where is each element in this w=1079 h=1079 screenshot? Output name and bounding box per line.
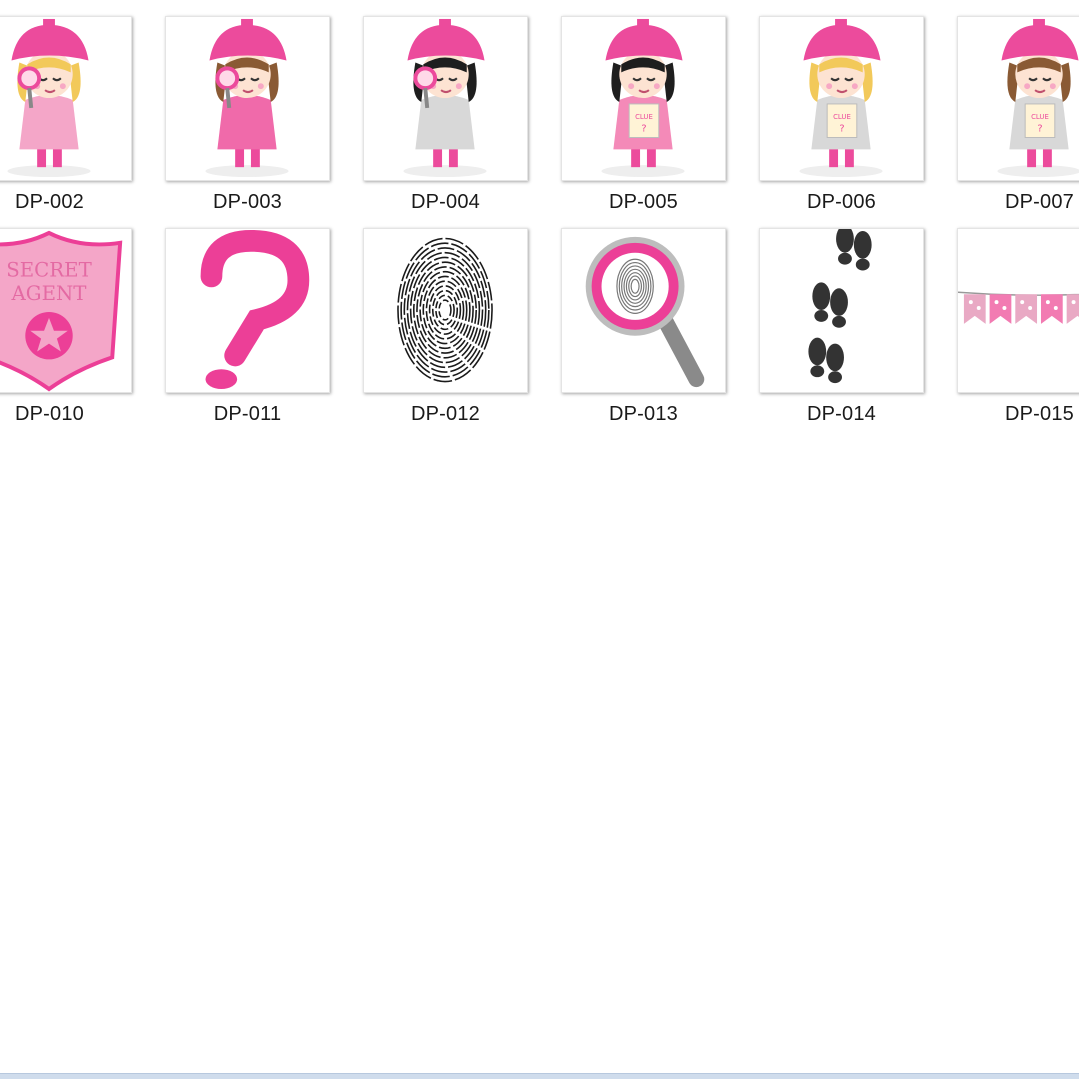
- thumbnail-grid: DP-002 DP-003 DP-004 CLUE ? DP-005 CLUE …: [0, 16, 1079, 440]
- file-item[interactable]: DP-015: [957, 228, 1079, 440]
- file-item[interactable]: DP-014: [759, 228, 924, 440]
- file-name-label: DP-013: [608, 403, 678, 425]
- fingerprint-icon[interactable]: [363, 228, 528, 393]
- svg-text:CLUE: CLUE: [1031, 113, 1049, 121]
- file-item[interactable]: DP-004: [363, 16, 528, 228]
- file-item[interactable]: CLUE ? DP-007: [957, 16, 1079, 228]
- detective-girl-icon[interactable]: [165, 16, 330, 181]
- detective-girl-icon[interactable]: CLUE ?: [957, 16, 1079, 181]
- file-name-label: DP-006: [806, 191, 876, 213]
- detective-girl-icon[interactable]: CLUE ?: [759, 16, 924, 181]
- detective-girl-icon[interactable]: [0, 16, 132, 181]
- file-name-label: DP-014: [806, 403, 876, 425]
- svg-text:?: ?: [1037, 124, 1042, 135]
- secret-agent-badge-icon[interactable]: SECRET AGENT: [0, 228, 132, 393]
- svg-text:SECRET: SECRET: [6, 258, 92, 281]
- question-mark-icon[interactable]: [165, 228, 330, 393]
- file-name-label: DP-012: [410, 403, 480, 425]
- file-name-label: DP-015: [1004, 403, 1074, 425]
- file-name-label: DP-004: [410, 191, 480, 213]
- file-name-label: DP-010: [14, 403, 84, 425]
- file-explorer-view: DP-002 DP-003 DP-004 CLUE ? DP-005 CLUE …: [0, 0, 1079, 1079]
- window-bottom-edge: [0, 1073, 1079, 1079]
- magnifying-glass-icon[interactable]: [561, 228, 726, 393]
- detective-girl-icon[interactable]: CLUE ?: [561, 16, 726, 181]
- file-item[interactable]: DP-012: [363, 228, 528, 440]
- file-item[interactable]: DP-002: [0, 16, 132, 228]
- file-item[interactable]: DP-011: [165, 228, 330, 440]
- file-item[interactable]: CLUE ? DP-006: [759, 16, 924, 228]
- file-item[interactable]: SECRET AGENT DP-010: [0, 228, 132, 440]
- bunting-banner-icon[interactable]: [957, 228, 1079, 393]
- file-name-label: DP-005: [608, 191, 678, 213]
- file-name-label: DP-002: [14, 191, 84, 213]
- footprints-icon[interactable]: [759, 228, 924, 393]
- svg-text:?: ?: [641, 124, 646, 135]
- file-name-label: DP-003: [212, 191, 282, 213]
- file-item[interactable]: DP-003: [165, 16, 330, 228]
- svg-text:CLUE: CLUE: [833, 113, 851, 121]
- file-item[interactable]: DP-013: [561, 228, 726, 440]
- svg-text:AGENT: AGENT: [11, 282, 87, 305]
- file-name-label: DP-011: [213, 403, 282, 425]
- file-name-label: DP-007: [1004, 191, 1074, 213]
- file-item[interactable]: CLUE ? DP-005: [561, 16, 726, 228]
- detective-girl-icon[interactable]: [363, 16, 528, 181]
- svg-text:?: ?: [839, 124, 844, 135]
- svg-text:CLUE: CLUE: [635, 113, 653, 121]
